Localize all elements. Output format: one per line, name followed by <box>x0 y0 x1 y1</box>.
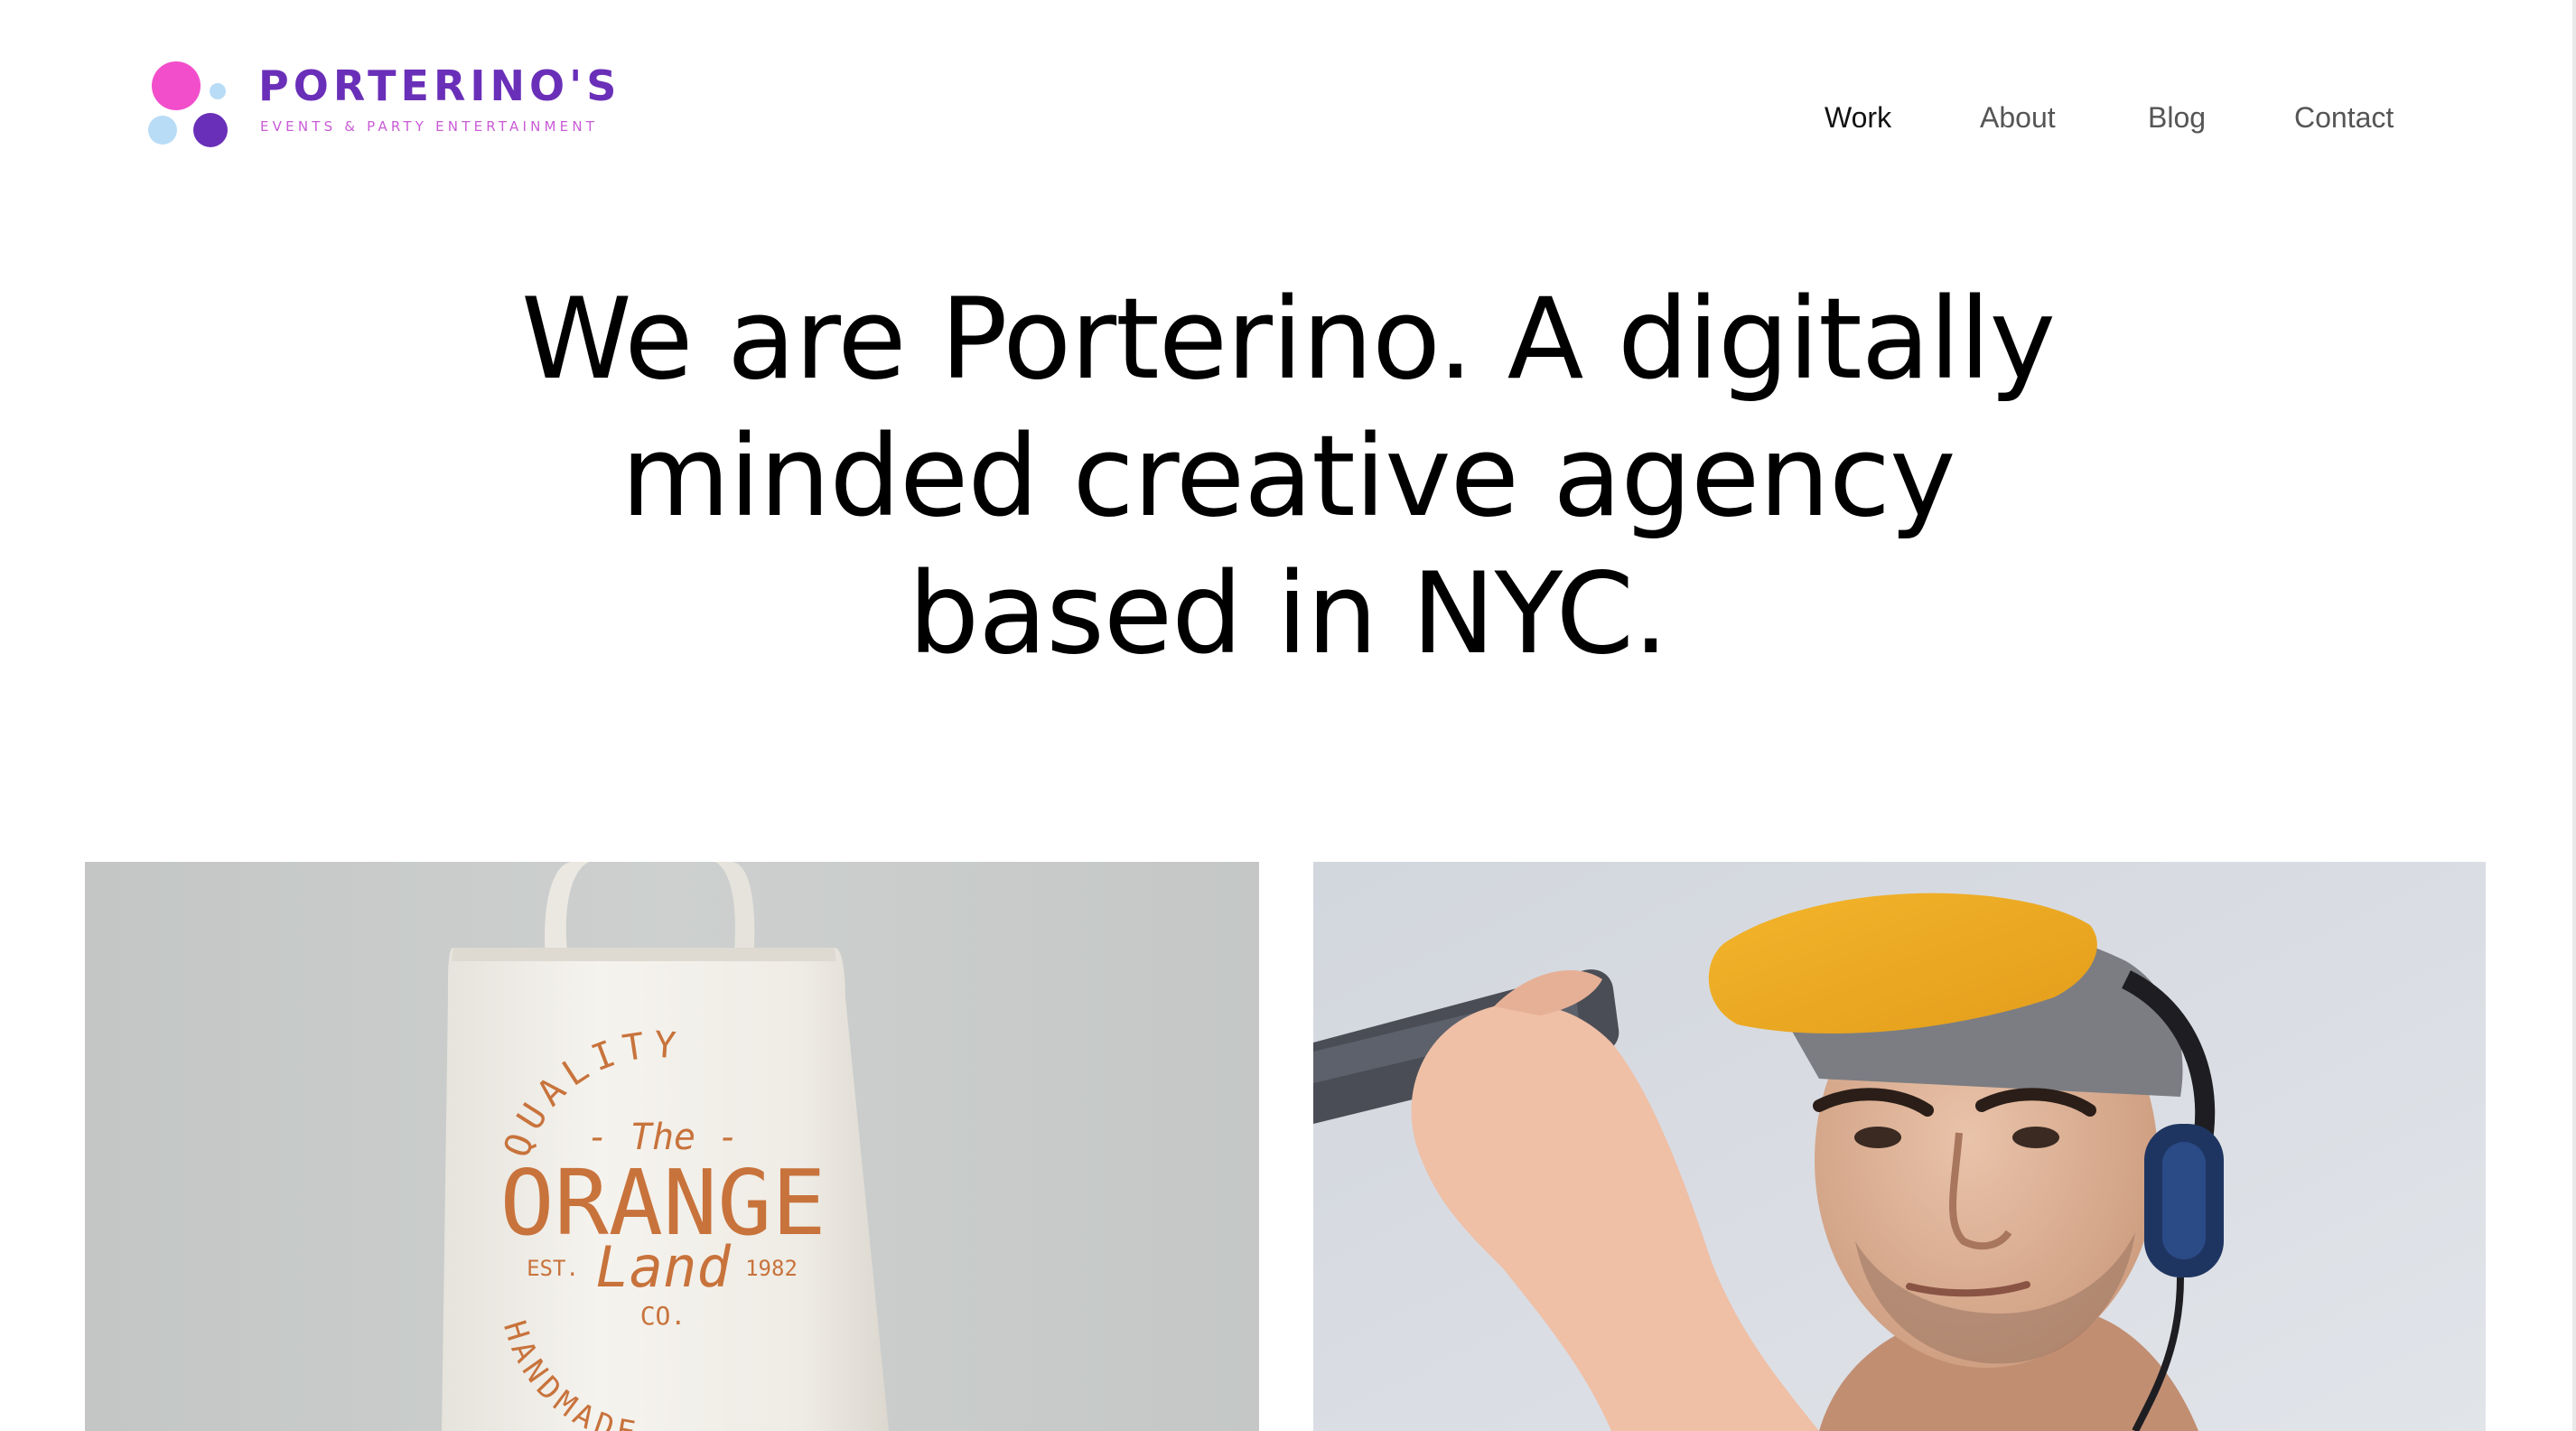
tote-bag-image: QUALITY - The - ORANGE EST. Land 1982 CO… <box>85 862 1259 1431</box>
hero-line: We are Porterino. A digitally <box>520 275 2056 405</box>
nav-link-contact[interactable]: Contact <box>2294 98 2394 137</box>
hero-line: based in NYC. <box>908 549 1669 679</box>
main-nav: Work About Blog Contact <box>0 98 2576 137</box>
tote-print-year: 1982 <box>745 1256 798 1281</box>
tote-print-script: Land <box>595 1234 731 1300</box>
work-card-photographer[interactable] <box>1313 862 2486 1431</box>
site-header: PORTERINO'S EVENTS & PARTY ENTERTAINMENT… <box>0 0 2576 208</box>
page: PORTERINO'S EVENTS & PARTY ENTERTAINMENT… <box>0 0 2576 1431</box>
work-card-tote-bag[interactable]: QUALITY - The - ORANGE EST. Land 1982 CO… <box>85 862 1259 1431</box>
tote-print-co: CO. <box>640 1301 686 1331</box>
hero-heading: We are Porterino. A digitally minded cre… <box>0 271 2576 683</box>
nav-link-about[interactable]: About <box>1980 98 2056 137</box>
hero-line: minded creative agency <box>621 412 1956 542</box>
photographer-image <box>1313 862 2486 1431</box>
page-scrollbar[interactable] <box>2572 0 2576 1431</box>
nav-link-blog[interactable]: Blog <box>2148 98 2206 137</box>
tote-print-est: EST. <box>527 1256 579 1281</box>
nav-link-work[interactable]: Work <box>1825 98 1891 137</box>
